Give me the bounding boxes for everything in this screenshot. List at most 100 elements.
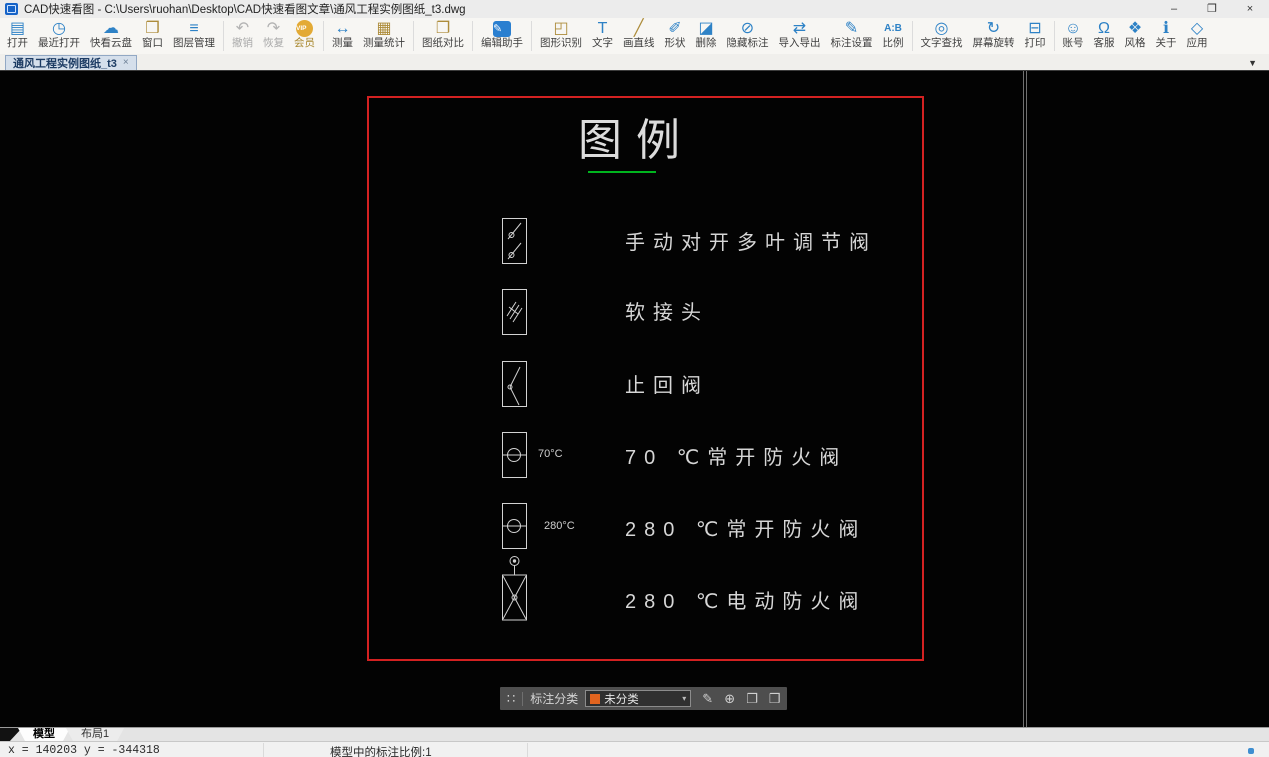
annotation-category-dropdown[interactable]: 未分类 ▾ (585, 690, 691, 707)
sheet-tab-model[interactable]: 模型 (18, 728, 70, 741)
toolbar-icon: ◎ (935, 20, 949, 37)
toolbar-label: 形状 (665, 37, 686, 50)
tab-close-icon[interactable]: × (123, 58, 129, 68)
status-bar: x = 140203 y = -344318 模型中的标注比例:1 (0, 741, 1269, 757)
legend-label-fire70: 70 ℃常开防火阀 (625, 445, 847, 471)
window-button[interactable]: ❒ 窗口 (137, 20, 168, 50)
drawing-canvas[interactable]: 图例 (0, 71, 1269, 727)
fire-damper-70-symbol (502, 432, 527, 478)
toolbar-label: 会员 (294, 37, 315, 50)
vip-member-button[interactable]: VIP 会员 (289, 20, 320, 50)
annotation-settings-button[interactable]: ✎ 标注设置 (826, 20, 878, 50)
recent-open-button[interactable]: ◷ 最近打开 (33, 20, 85, 50)
toolbar-label: 账号 (1063, 37, 1084, 50)
close-button[interactable]: × (1231, 0, 1269, 18)
legend-label-flex-joint: 软接头 (625, 300, 709, 326)
account-button[interactable]: ☺ 账号 (1058, 20, 1089, 50)
toolbar-icon: VIP (296, 20, 313, 37)
edit-annotation-icon[interactable]: ✎ (702, 692, 713, 705)
toolbar-icon: A:B (884, 20, 902, 37)
toolbar-label: 最近打开 (38, 37, 80, 50)
annotation-grid-icon[interactable]: ∷ (507, 692, 515, 705)
open-button[interactable]: ▤ 打开 (2, 20, 33, 50)
apps-button[interactable]: ◇ 应用 (1182, 20, 1213, 50)
toolbar-icon: ☁ (103, 20, 119, 37)
move-annotation-icon[interactable]: ⊕ (724, 692, 735, 705)
annotation-bar-separator (522, 692, 523, 706)
motor-fire-damper-symbol (502, 555, 527, 621)
toolbar-label: 删除 (696, 37, 717, 50)
toolbar-label: 应用 (1187, 37, 1208, 50)
toolbar-icon: Ω (1098, 20, 1110, 37)
pd-badge-icon[interactable] (1248, 748, 1254, 754)
status-separator (263, 743, 264, 757)
toolbar-label: 标注设置 (831, 37, 873, 50)
main-toolbar: ▤ 打开 ◷ 最近打开 ☁ 快看云盘 ❒ 窗口 ≡ 图层管理 ↶ 撤销 ↷ 恢复… (0, 18, 1269, 54)
import-export-button[interactable]: ⇄ 导入导出 (774, 20, 826, 50)
toolbar-icon: ✎ (493, 21, 511, 37)
legend-title: 图例 (578, 116, 694, 166)
toolbar-icon: ✎ (845, 20, 858, 37)
annotation-scale-text: 模型中的标注比例:1 (330, 744, 432, 757)
sheet-tab-label: 布局1 (81, 728, 109, 740)
text-search-button[interactable]: ◎ 文字查找 (916, 20, 968, 50)
document-tab[interactable]: 通风工程实例图纸_t3 × (5, 55, 137, 70)
toolbar-icon: ▤ (10, 20, 25, 37)
delete-button[interactable]: ◪ 删除 (691, 20, 722, 50)
cloud-drive-button[interactable]: ☁ 快看云盘 (85, 20, 137, 50)
text-button[interactable]: T 文字 (587, 20, 618, 50)
sheet-border-line (1026, 71, 1027, 727)
sheet-border-line (1023, 71, 1024, 727)
layer-manager-button[interactable]: ≡ 图层管理 (168, 20, 220, 50)
window-controls: – ❐ × (1155, 0, 1269, 18)
toolbar-label: 导入导出 (779, 37, 821, 50)
undo-button[interactable]: ↶ 撤销 (227, 20, 258, 50)
toolbar-label: 打开 (7, 37, 28, 50)
style-button[interactable]: ❖ 风格 (1120, 20, 1151, 50)
about-button[interactable]: ℹ 关于 (1151, 20, 1182, 50)
toolbar-icon: ↶ (236, 20, 249, 37)
toolbar-separator (531, 21, 532, 51)
drawing-compare-button[interactable]: ❐ 图纸对比 (417, 20, 469, 50)
screen-rotate-button[interactable]: ↻ 屏幕旋转 (968, 20, 1020, 50)
sheet-tab-layout1[interactable]: 布局1 (66, 728, 124, 741)
document-tab-label: 通风工程实例图纸_t3 (13, 55, 117, 71)
manual-damper-symbol (502, 218, 527, 264)
paste-annotation-icon[interactable]: ❒ (769, 692, 781, 705)
measure-stats-button[interactable]: ▦ 测量统计 (358, 20, 410, 50)
toolbar-separator (912, 21, 913, 51)
draw-line-button[interactable]: ╱ 画直线 (618, 20, 660, 50)
shapes-button[interactable]: ✐ 形状 (660, 20, 691, 50)
edit-assistant-button[interactable]: ✎ 编辑助手 (476, 20, 528, 50)
title-bar: CAD快速看图 - C:\Users\ruohan\Desktop\CAD快速看… (0, 0, 1269, 18)
redo-button[interactable]: ↷ 恢复 (258, 20, 289, 50)
toolbar-icon: ◇ (1191, 20, 1203, 37)
support-button[interactable]: Ω 客服 (1089, 20, 1120, 50)
scale-button[interactable]: A:B 比例 (878, 20, 909, 50)
toolbar-label: 图纸对比 (422, 37, 464, 50)
copy-annotation-icon[interactable]: ❐ (746, 692, 758, 705)
measure-button[interactable]: ↔ 测量 (327, 20, 358, 50)
toolbar-icon: ◰ (553, 20, 568, 37)
selected-category: 未分类 (604, 691, 678, 707)
toolbar-label: 图形识别 (540, 37, 582, 50)
print-button[interactable]: ⊟ 打印 (1020, 20, 1051, 50)
toolbar-separator (223, 21, 224, 51)
legend-label-damper: 手动对开多叶调节阀 (625, 230, 877, 256)
shape-recognition-button[interactable]: ◰ 图形识别 (535, 20, 587, 50)
toolbar-label: 恢复 (263, 37, 284, 50)
toolbar-label: 客服 (1094, 37, 1115, 50)
toolbar-icon: T (598, 20, 608, 37)
toolbar-icon: ✐ (668, 20, 681, 37)
toolbar-label: 编辑助手 (481, 37, 523, 50)
hide-annotations-button[interactable]: ⊘ 隐藏标注 (722, 20, 774, 50)
maximize-button[interactable]: ❐ (1193, 0, 1231, 18)
legend-label-check-valve: 止回阀 (625, 373, 709, 399)
annotation-category-bar: ∷ 标注分类 未分类 ▾ ✎ ⊕ ❐ ❒ (500, 687, 787, 710)
sheet-tab-label: 模型 (33, 728, 55, 740)
minimize-button[interactable]: – (1155, 0, 1193, 18)
fire-damper-280-symbol (502, 503, 527, 549)
toolbar-icon: ≡ (189, 20, 198, 37)
toolbar-label: 关于 (1156, 37, 1177, 50)
collapse-toolbar-icon[interactable]: ▼ (1248, 58, 1257, 68)
